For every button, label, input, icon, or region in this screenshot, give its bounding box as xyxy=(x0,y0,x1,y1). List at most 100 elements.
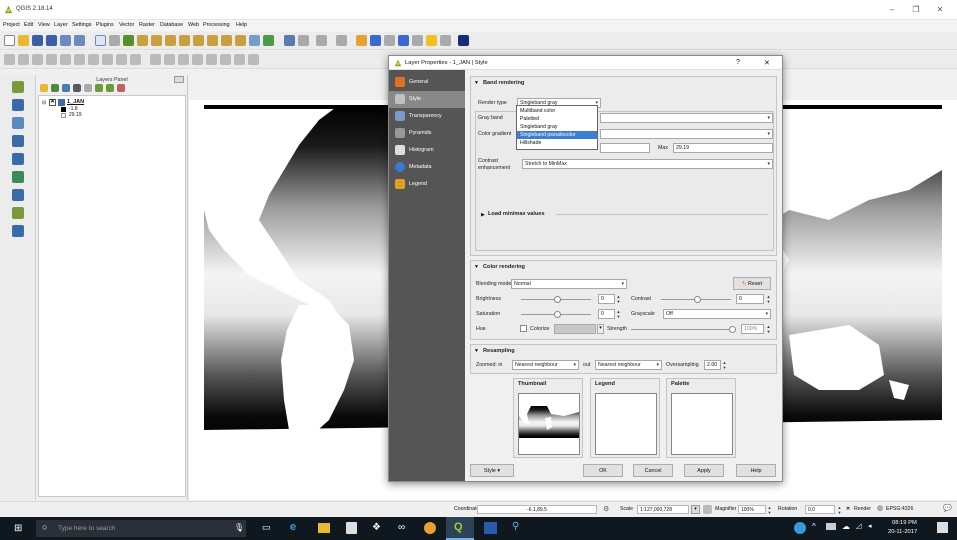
add-spatialite-layer-icon[interactable] xyxy=(12,117,24,129)
reset-button[interactable]: ↻ Reset xyxy=(733,277,771,290)
colorize-checkbox[interactable] xyxy=(520,325,527,332)
scale-field[interactable]: 1:127,000,728 xyxy=(637,505,689,514)
plugin-icon[interactable] xyxy=(458,35,469,46)
render-option-singleband-gray[interactable]: Singleband gray xyxy=(517,123,597,131)
tab-style[interactable]: Style xyxy=(389,91,465,108)
color-gradient-select[interactable]: ▾ xyxy=(600,129,773,139)
zoom-in-icon[interactable] xyxy=(137,35,148,46)
contrast-field[interactable]: 0 xyxy=(736,294,764,304)
copy-features-icon[interactable] xyxy=(116,54,127,65)
render-option-hillshade[interactable]: Hillshade xyxy=(517,139,597,147)
min-field[interactable] xyxy=(600,143,650,153)
undo-icon[interactable] xyxy=(164,54,175,65)
max-field[interactable]: 29.19 xyxy=(673,143,773,153)
add-wms-layer-icon[interactable] xyxy=(12,153,24,165)
filter-legend-icon[interactable] xyxy=(73,84,81,92)
menu-settings[interactable]: Settings xyxy=(72,22,91,28)
microphone-icon[interactable]: 🎙 xyxy=(234,523,244,532)
menu-database[interactable]: Database xyxy=(160,22,183,28)
add-wcs-layer-icon[interactable] xyxy=(12,189,24,201)
add-raster-layer-icon[interactable] xyxy=(12,99,24,111)
close-window-button[interactable]: ✕ xyxy=(932,5,948,14)
tab-pyramids[interactable]: Pyramids xyxy=(389,125,465,142)
render-option-singleband-pseudocolor[interactable]: Singleband pseudocolor xyxy=(517,131,597,139)
style-layer-icon[interactable] xyxy=(40,84,48,92)
collapse-arrow-icon[interactable]: ▼ xyxy=(474,80,479,86)
select-features-icon[interactable] xyxy=(316,35,327,46)
touch-zoom-icon[interactable] xyxy=(109,35,120,46)
label-icon[interactable] xyxy=(150,54,161,65)
load-minmax-title[interactable]: Load min/max values xyxy=(488,211,545,217)
clock-time[interactable]: 08:19 PM xyxy=(892,520,917,526)
brightness-field[interactable]: 0 xyxy=(598,294,615,304)
open-project-icon[interactable] xyxy=(18,35,29,46)
zoomed-out-select[interactable]: Nearest neighbour ▾ xyxy=(595,360,662,370)
show-labels-icon[interactable] xyxy=(206,54,217,65)
oversampling-spin-icon[interactable]: ▲ ▼ xyxy=(722,360,727,370)
saturation-field[interactable]: 0 xyxy=(598,309,615,319)
text-annotation-icon[interactable] xyxy=(440,35,451,46)
current-edits-icon[interactable] xyxy=(4,54,15,65)
collapse-arrow-icon[interactable]: ▼ xyxy=(474,264,479,270)
render-option-paletted[interactable]: Paletted xyxy=(517,115,597,123)
rotate-label-icon[interactable] xyxy=(234,54,245,65)
add-wfs-layer-icon[interactable] xyxy=(12,171,24,183)
edge-browser-icon[interactable]: e xyxy=(290,521,296,533)
expand-all-icon[interactable] xyxy=(95,84,103,92)
style-menu-button[interactable]: Style ▾ xyxy=(470,464,514,477)
brightness-slider[interactable] xyxy=(521,296,591,303)
strength-slider[interactable] xyxy=(631,326,736,333)
contrast-spin-icon[interactable]: ▲ ▼ xyxy=(766,294,771,304)
brightness-handle[interactable] xyxy=(554,296,561,303)
new-bookmark-icon[interactable] xyxy=(426,35,437,46)
crs-globe-icon[interactable]: ◍ xyxy=(877,504,883,512)
layer-name[interactable]: 1_JAN xyxy=(67,99,84,105)
menu-layer[interactable]: Layer xyxy=(54,22,68,28)
menu-view[interactable]: View xyxy=(38,22,50,28)
dialog-close-button[interactable]: ✕ xyxy=(764,59,770,67)
zoom-next-icon[interactable] xyxy=(235,35,246,46)
zoom-full-icon[interactable] xyxy=(179,35,190,46)
new-project-icon[interactable] xyxy=(4,35,15,46)
show-hidden-icons-icon[interactable]: ^ xyxy=(812,522,816,531)
zoomed-in-select[interactable]: Nearest neighbour ▾ xyxy=(512,360,579,370)
chrome-icon[interactable] xyxy=(424,522,436,534)
search-app-icon[interactable]: ⚲ xyxy=(512,521,519,532)
move-feature-icon[interactable] xyxy=(60,54,71,65)
pan-map-icon[interactable] xyxy=(95,35,106,46)
zoom-to-selection-icon[interactable] xyxy=(193,35,204,46)
help-button[interactable]: Help xyxy=(736,464,776,477)
color-dropdown-icon[interactable]: ▾ xyxy=(597,324,604,334)
windows-start-icon[interactable]: ⊞ xyxy=(14,523,22,534)
menu-help[interactable]: Help xyxy=(236,22,247,28)
saturation-slider[interactable] xyxy=(521,311,591,318)
magnifier-field[interactable]: 100% xyxy=(738,505,766,514)
add-postgis-layer-icon[interactable] xyxy=(12,135,24,147)
rotation-spin-icon[interactable]: ▲ ▼ xyxy=(837,505,842,515)
tab-metadata[interactable]: Metadata xyxy=(389,159,465,176)
app-infinity-icon[interactable]: ∞ xyxy=(398,522,405,533)
pan-to-selection-icon[interactable] xyxy=(123,35,134,46)
delete-selected-icon[interactable] xyxy=(88,54,99,65)
qgis-taskbar-button[interactable]: Q xyxy=(446,517,474,540)
saturation-spin-icon[interactable]: ▲ ▼ xyxy=(616,309,621,319)
toggle-extents-icon[interactable]: ⚙ xyxy=(603,505,609,513)
save-as-icon[interactable] xyxy=(46,35,57,46)
layer-visibility-checkbox[interactable]: ✕ xyxy=(49,99,56,106)
contrast-slider[interactable] xyxy=(661,296,731,303)
pin-labels-icon[interactable] xyxy=(192,54,203,65)
menu-project[interactable]: Project xyxy=(3,22,20,28)
apply-button[interactable]: Apply xyxy=(684,464,724,477)
add-feature-icon[interactable] xyxy=(46,54,57,65)
colorize-color-button[interactable] xyxy=(554,324,596,334)
node-tool-icon[interactable] xyxy=(74,54,85,65)
tab-legend[interactable]: Legend xyxy=(389,176,465,193)
crs-label[interactable]: EPSG:4326 xyxy=(886,506,913,512)
strength-field[interactable]: 100% xyxy=(741,324,764,334)
magnifier-spin-icon[interactable]: ▲ ▼ xyxy=(767,505,772,515)
new-print-composer-icon[interactable] xyxy=(60,35,71,46)
panel-float-close-icon[interactable] xyxy=(174,76,184,83)
volume-icon[interactable]: ◂ xyxy=(868,522,872,530)
add-virtual-layer-icon[interactable] xyxy=(12,225,24,237)
menu-plugins[interactable]: Plugins xyxy=(96,22,114,28)
